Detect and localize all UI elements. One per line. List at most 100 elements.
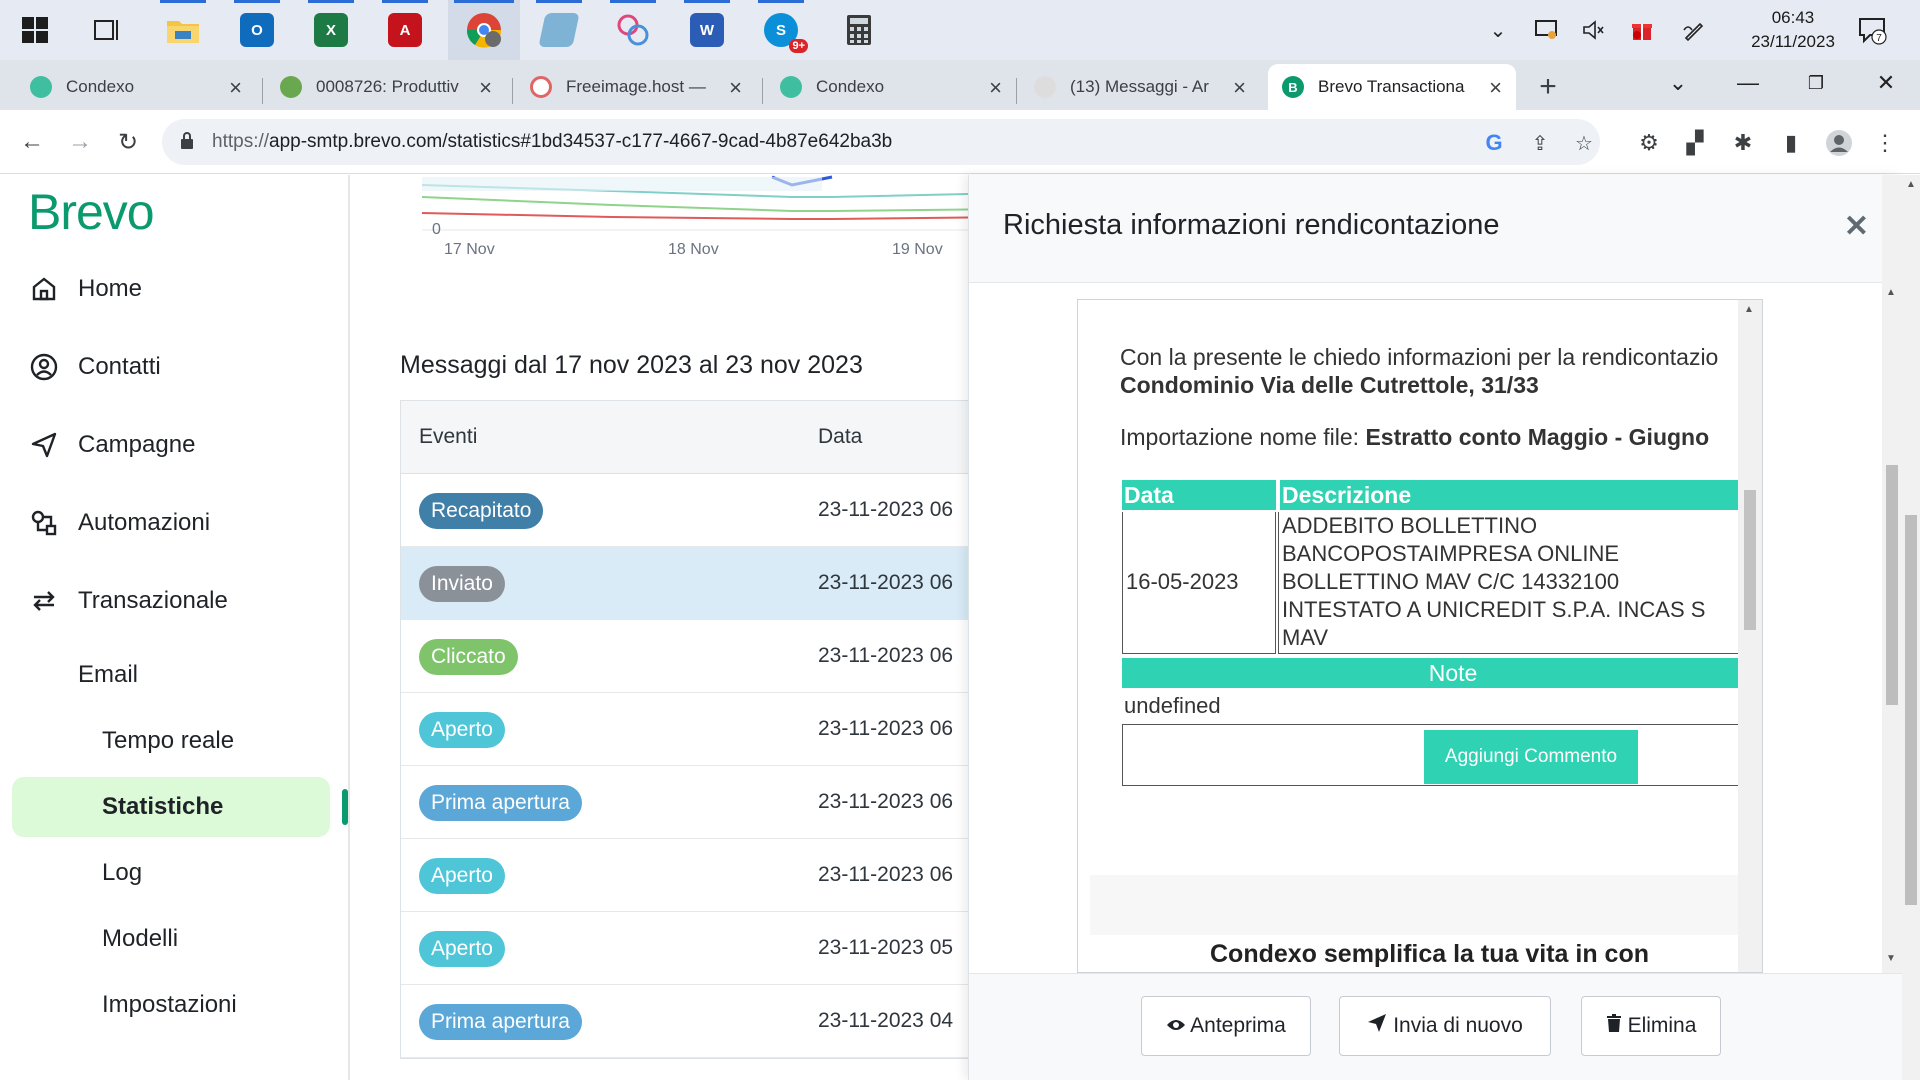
scroll-up-icon[interactable]: ▲ (1906, 179, 1916, 190)
email-preview-frame[interactable]: Con la presente le chiedo informazioni p… (1077, 299, 1763, 973)
address-bar[interactable]: https://app-smtp.brevo.com/statistics#1b… (162, 119, 1600, 165)
chart-tick-label: 17 Nov (444, 241, 495, 258)
statistics-main: 0 17 Nov 18 Nov 19 Nov Messaggi dal 17 n… (352, 175, 968, 1080)
email-frame-scrollbar[interactable]: ▲ (1738, 300, 1762, 972)
scroll-down-icon[interactable]: ▼ (1886, 953, 1896, 964)
condexo-favicon-icon (780, 76, 802, 98)
profile-avatar-icon[interactable] (1824, 128, 1854, 158)
tab-search-chevron-icon[interactable]: ⌄ (1644, 60, 1712, 106)
page-scrollbar[interactable]: ▲ (1902, 175, 1920, 1080)
table-row[interactable]: Recapitato 23-11-2023 06 (401, 474, 968, 547)
tab-brevo[interactable]: B Brevo Transactiona × (1268, 64, 1516, 110)
scrollbar-thumb[interactable] (1905, 515, 1917, 905)
close-tab-icon[interactable]: × (229, 75, 242, 101)
scrollbar-thumb[interactable] (1886, 465, 1898, 705)
tab-condexo-1[interactable]: Condexo × (16, 64, 256, 110)
event-date: 23-11-2023 06 (818, 644, 954, 667)
tray-overflow-chevron-icon[interactable]: ⌄ (1480, 0, 1516, 60)
skype-icon[interactable]: S 9+ (750, 0, 812, 60)
sidebar-item-home[interactable]: Home (28, 269, 142, 309)
tab-condexo-2[interactable]: Condexo × (766, 64, 1016, 110)
notes-app-icon[interactable] (528, 0, 590, 60)
sidebar-item-transazionale[interactable]: Transazionale (28, 581, 228, 621)
close-tab-icon[interactable]: × (729, 75, 742, 101)
pen-tray-icon[interactable] (1676, 0, 1712, 60)
close-tab-icon[interactable]: × (1233, 75, 1246, 101)
extension-pin-icon[interactable]: ▞ (1680, 128, 1710, 158)
scroll-up-icon[interactable]: ▲ (1744, 304, 1754, 315)
drawer-body: Con la presente le chiedo informazioni p… (969, 283, 1903, 973)
table-row[interactable]: Inviato 23-11-2023 06 (401, 547, 968, 620)
close-icon[interactable]: ✕ (1844, 209, 1869, 244)
sidebar-item-log[interactable]: Log (102, 859, 142, 887)
event-date: 23-11-2023 06 (818, 717, 954, 740)
table-row[interactable]: Aperto 23-11-2023 06 (401, 839, 968, 912)
sidebar-item-contatti[interactable]: Contatti (28, 347, 161, 387)
extensions-puzzle-icon[interactable]: ✱ (1728, 128, 1758, 158)
chrome-icon[interactable] (448, 0, 520, 60)
new-tab-button[interactable]: + (1528, 64, 1568, 110)
drawer-scrollbar[interactable]: ▲ ▼ (1882, 175, 1902, 973)
close-tab-icon[interactable]: × (989, 75, 1002, 101)
sidebar-item-statistiche[interactable]: Statistiche (102, 793, 223, 821)
transactional-icon (28, 585, 60, 617)
sidebar-item-impostazioni[interactable]: Impostazioni (102, 991, 237, 1019)
file-explorer-icon[interactable] (152, 0, 214, 60)
email-footer-band (1090, 875, 1738, 935)
table-row[interactable]: Aperto 23-11-2023 05 (401, 912, 968, 985)
delete-button[interactable]: Elimina (1581, 996, 1721, 1056)
system-clock[interactable]: 06:43 23/11/2023 (1738, 6, 1848, 54)
event-date: 23-11-2023 06 (818, 863, 954, 886)
windows-start-icon[interactable] (4, 0, 66, 60)
table-row[interactable]: Aperto 23-11-2023 06 (401, 693, 968, 766)
table-row[interactable]: Prima apertura 23-11-2023 04 (401, 985, 968, 1058)
add-comment-button[interactable]: Aggiungi Commento (1424, 730, 1638, 784)
tab-messaggi[interactable]: (13) Messaggi - Ar × (1020, 64, 1260, 110)
side-panel-icon[interactable]: ▮ (1776, 128, 1806, 158)
resend-button[interactable]: Invia di nuovo (1339, 996, 1551, 1056)
sidebar-item-automazioni[interactable]: Automazioni (28, 503, 210, 543)
display-tray-icon[interactable] (1528, 0, 1564, 60)
drawer-header: Richiesta informazioni rendicontazione ✕ (969, 175, 1903, 283)
restore-button[interactable]: ❐ (1782, 60, 1850, 106)
import-label: Importazione nome file: (1120, 424, 1366, 450)
scroll-up-icon[interactable]: ▲ (1886, 287, 1896, 298)
chrome-menu-icon[interactable]: ⋮ (1870, 128, 1900, 158)
notifications-icon[interactable]: 7 (1852, 0, 1892, 60)
share-icon[interactable]: ⇪ (1528, 131, 1552, 155)
sidebar-item-tempo-reale[interactable]: Tempo reale (102, 727, 234, 755)
forward-arrow-icon[interactable]: → (62, 124, 98, 160)
task-view-icon[interactable] (76, 0, 138, 60)
close-tab-icon[interactable]: × (479, 75, 492, 101)
gift-tray-icon[interactable] (1624, 0, 1660, 60)
preview-button[interactable]: Anteprima (1141, 996, 1311, 1056)
tab-mantis[interactable]: 0008726: Produttiv × (266, 64, 506, 110)
sidebar-item-modelli[interactable]: Modelli (102, 925, 178, 953)
notifications-count: 7 (1876, 33, 1882, 44)
tab-title: Condexo (66, 77, 135, 96)
table-row[interactable]: Prima apertura 23-11-2023 06 (401, 766, 968, 839)
scrollbar-thumb[interactable] (1744, 490, 1756, 630)
contacts-icon (28, 351, 60, 383)
volume-muted-icon[interactable] (1576, 0, 1612, 60)
sidebar-item-email[interactable]: Email (78, 661, 138, 689)
minimize-button[interactable]: — (1714, 60, 1782, 106)
tab-freeimage[interactable]: Freeimage.host — × (516, 64, 756, 110)
calculator-icon[interactable] (828, 0, 890, 60)
bookmark-star-icon[interactable]: ☆ (1572, 131, 1596, 155)
extension-icon[interactable]: ⚙ (1634, 128, 1664, 158)
close-tab-icon[interactable]: × (1489, 75, 1502, 101)
back-arrow-icon[interactable]: ← (14, 124, 50, 160)
table-row[interactable]: Cliccato 23-11-2023 06 (401, 620, 968, 693)
acrobat-icon[interactable]: A (374, 0, 436, 60)
outlook-icon[interactable]: O (226, 0, 288, 60)
reload-icon[interactable]: ↻ (110, 124, 146, 160)
sidebar-item-campagne[interactable]: Campagne (28, 425, 195, 465)
snipping-tool-icon[interactable] (602, 0, 664, 60)
google-translate-icon[interactable]: G (1482, 130, 1506, 155)
excel-icon[interactable]: X (300, 0, 362, 60)
brevo-logo[interactable]: Brevo (28, 183, 155, 241)
close-window-button[interactable]: ✕ (1852, 60, 1920, 106)
lock-icon[interactable] (180, 132, 194, 150)
word-icon[interactable]: W (676, 0, 738, 60)
